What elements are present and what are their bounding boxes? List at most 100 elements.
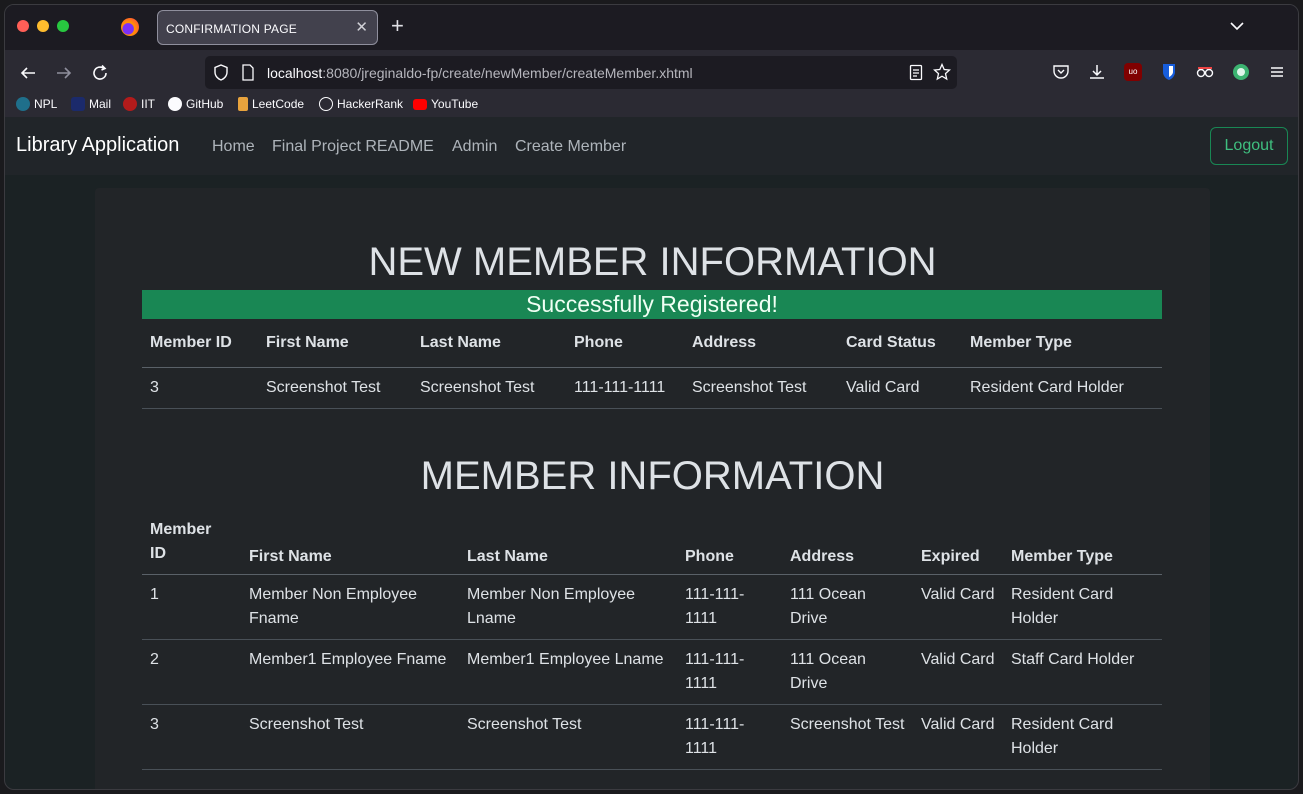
table-cell: Screenshot Test [420, 378, 535, 396]
table-cell: 111-111-1111 [685, 715, 745, 757]
close-window-icon[interactable] [17, 20, 29, 32]
member-info-heading: MEMBER INFORMATION [420, 454, 885, 498]
bookmark-iit[interactable]: IIT [123, 97, 155, 111]
column-header: Phone [574, 333, 623, 351]
bitwarden-icon[interactable] [1160, 63, 1178, 81]
npl-icon [16, 97, 30, 111]
new-tab-icon[interactable]: + [391, 15, 404, 37]
table-row: 3 Screenshot Test Screenshot Test 111-11… [142, 704, 1162, 769]
table-header-row: Member ID First Name Last Name Phone Add… [142, 319, 1162, 367]
tab-close-icon[interactable]: ✕ [355, 18, 368, 36]
table-cell: 111 Ocean Drive [790, 650, 866, 692]
column-header: First Name [266, 333, 349, 351]
table-row: 1 Member Non Employee Fname Member Non E… [142, 574, 1162, 639]
table-cell: Valid Card [921, 585, 995, 603]
success-banner: Successfully Registered! [142, 290, 1162, 319]
firefox-icon [121, 18, 139, 36]
column-header: Phone [685, 547, 734, 565]
table-cell: Screenshot Test [467, 715, 582, 733]
github-icon [168, 97, 182, 111]
column-header: Expired [921, 547, 980, 565]
table-cell: Valid Card [846, 378, 920, 396]
table-header-row: Member ID First Name Last Name Phone Add… [142, 516, 1162, 574]
logout-button[interactable]: Logout [1210, 127, 1288, 165]
globe-icon [319, 97, 333, 111]
minimize-window-icon[interactable] [37, 20, 49, 32]
tab-title: CONFIRMATION PAGE [166, 22, 297, 36]
nav-create-member[interactable]: Create Member [515, 138, 626, 156]
table-cell: Screenshot Test [266, 378, 381, 396]
column-header: Member Type [1011, 547, 1113, 565]
bookmark-youtube[interactable]: YouTube [413, 97, 478, 111]
table-cell: Member Non Employee Lname [467, 585, 636, 627]
nav-toolbar: localhost:8080/jreginaldo-fp/create/newM… [5, 50, 1298, 95]
brand-link[interactable]: Library Application [16, 134, 179, 157]
browser-window: CONFIRMATION PAGE ✕ + localhost:8080/jre… [4, 4, 1299, 790]
bookmark-leetcode[interactable]: LeetCode [238, 97, 304, 111]
column-header: First Name [249, 547, 332, 565]
table-cell: 111-111-1111 [685, 585, 745, 627]
table-cell: 3 [150, 715, 159, 733]
reload-icon[interactable] [89, 62, 111, 84]
download-icon[interactable] [1088, 63, 1106, 81]
mail-icon [71, 97, 85, 111]
table-cell: Screenshot Test [790, 715, 905, 733]
url-text[interactable]: localhost:8080/jreginaldo-fp/create/newM… [267, 65, 693, 81]
column-header: Member ID [150, 333, 232, 351]
youtube-icon [413, 98, 427, 110]
maximize-window-icon[interactable] [57, 20, 69, 32]
table-cell: 2 [150, 650, 159, 668]
table-cell: Screenshot Test [692, 378, 807, 396]
iit-icon [123, 97, 137, 111]
table-row: 2 Member1 Employee Fname Member1 Employe… [142, 639, 1162, 704]
new-member-heading: NEW MEMBER INFORMATION [368, 240, 937, 284]
column-header: Member ID [150, 520, 212, 562]
content-panel: NEW MEMBER INFORMATION Successfully Regi… [95, 188, 1210, 789]
pocket-icon[interactable] [1052, 63, 1070, 81]
column-header: Last Name [420, 333, 501, 351]
table-cell: 111-111-1111 [685, 650, 745, 692]
nav-home[interactable]: Home [212, 138, 255, 156]
table-cell: Valid Card [921, 650, 995, 668]
table-cell: Resident Card Holder [1011, 585, 1114, 627]
table-row: 3 Screenshot Test Screenshot Test 111-11… [142, 367, 1162, 408]
back-icon[interactable] [17, 62, 39, 84]
table-cell: Resident Card Holder [1011, 715, 1114, 757]
shield-icon[interactable] [213, 64, 229, 81]
table-cell: Member1 Employee Fname [249, 650, 447, 668]
bookmark-hackerrank[interactable]: HackerRank [319, 97, 403, 111]
menu-icon[interactable] [1268, 63, 1286, 81]
member-table: Member ID First Name Last Name Phone Add… [142, 516, 1162, 770]
extension-circle-icon[interactable] [1232, 63, 1250, 81]
new-member-table: Member ID First Name Last Name Phone Add… [142, 319, 1162, 409]
column-header: Member Type [970, 333, 1072, 351]
table-cell: Valid Card [921, 715, 995, 733]
column-header: Card Status [846, 333, 936, 351]
extension-glasses-icon[interactable] [1196, 63, 1214, 81]
table-cell: Screenshot Test [249, 715, 364, 733]
page-icon [242, 64, 254, 81]
table-cell: 111 Ocean Drive [790, 585, 866, 627]
bookmark-npl[interactable]: NPL [16, 97, 57, 111]
bookmark-mail[interactable]: Mail [71, 97, 111, 111]
table-cell: Staff Card Holder [1011, 650, 1135, 668]
app-navbar: Library Application Home Final Project R… [5, 117, 1298, 175]
reader-view-icon[interactable] [909, 64, 923, 81]
table-cell: Member Non Employee Fname [249, 585, 418, 627]
table-cell: Resident Card Holder [970, 378, 1124, 396]
leetcode-icon [238, 97, 248, 111]
url-bar[interactable]: localhost:8080/jreginaldo-fp/create/newM… [205, 56, 957, 89]
nav-readme[interactable]: Final Project README [272, 138, 434, 156]
ublock-icon[interactable]: uo [1124, 63, 1142, 81]
column-header: Address [790, 547, 855, 565]
table-cell: 111-111-1111 [574, 378, 666, 396]
bookmark-github[interactable]: GitHub [168, 97, 223, 111]
tab-confirmation[interactable]: CONFIRMATION PAGE ✕ [157, 10, 378, 45]
table-cell: 1 [150, 585, 159, 603]
star-icon[interactable] [933, 63, 951, 81]
forward-icon[interactable] [53, 62, 75, 84]
tab-strip: CONFIRMATION PAGE ✕ + [5, 5, 1298, 50]
bookmarks-toolbar: NPL Mail IIT GitHub LeetCode HackerRank … [5, 95, 1298, 117]
chevron-down-icon[interactable] [1228, 17, 1246, 35]
nav-admin[interactable]: Admin [452, 138, 497, 156]
